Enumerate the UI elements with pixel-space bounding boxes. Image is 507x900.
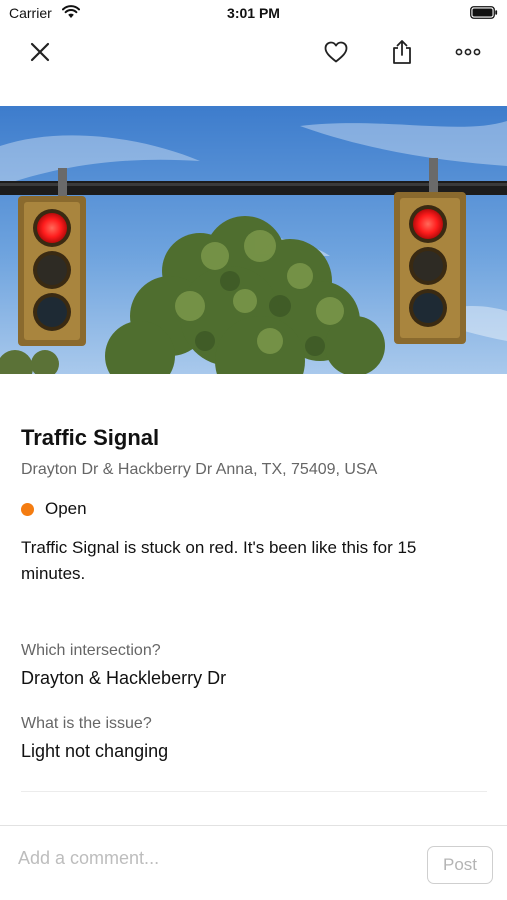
comment-bar: Post bbox=[0, 826, 507, 900]
more-options-button[interactable] bbox=[450, 36, 486, 68]
question-answer: Light not changing bbox=[21, 741, 169, 761]
comment-input[interactable] bbox=[18, 844, 398, 872]
report-address: Drayton Dr & Hackberry Dr Anna, TX, 7540… bbox=[21, 461, 378, 478]
status-label: Open bbox=[45, 499, 87, 518]
favorite-button[interactable] bbox=[318, 36, 354, 68]
more-icon bbox=[455, 48, 481, 56]
question-answer: Drayton & Hackleberry Dr bbox=[21, 668, 227, 688]
question-issue: What is the issue? Light not changing bbox=[21, 715, 168, 762]
report-description: Traffic Signal is stuck on red. It's bee… bbox=[21, 538, 417, 583]
navigation-bar bbox=[0, 28, 507, 76]
close-icon bbox=[30, 42, 50, 62]
clock-time: 3:01 PM bbox=[227, 5, 280, 21]
question-label: Which intersection? bbox=[21, 642, 161, 659]
share-button[interactable] bbox=[384, 36, 420, 68]
close-button[interactable] bbox=[22, 36, 58, 68]
share-icon bbox=[393, 40, 411, 64]
report-details: Traffic Signal Drayton Dr & Hackberry Dr… bbox=[21, 424, 487, 587]
status-row: Open bbox=[21, 499, 487, 519]
heart-icon bbox=[324, 41, 348, 63]
report-photo[interactable] bbox=[0, 106, 507, 374]
traffic-light-photo bbox=[0, 106, 507, 374]
battery-icon bbox=[470, 6, 498, 19]
report-title: Traffic Signal bbox=[21, 425, 160, 450]
question-label: What is the issue? bbox=[21, 715, 152, 732]
post-button[interactable]: Post bbox=[427, 846, 493, 884]
status-dot-icon bbox=[21, 502, 34, 516]
section-divider bbox=[21, 791, 487, 792]
status-bar: Carrier 3:01 PM bbox=[0, 0, 507, 28]
question-intersection: Which intersection? Drayton & Hackleberr… bbox=[21, 642, 226, 689]
